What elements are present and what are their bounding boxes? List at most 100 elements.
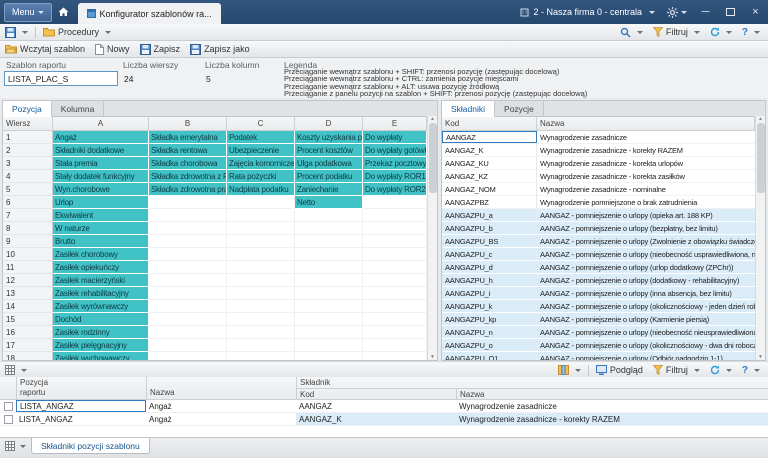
template-cell[interactable] — [363, 248, 427, 261]
component-row[interactable]: AANGAZ_KWynagrodzenie zasadnicze - korek… — [442, 144, 755, 157]
template-cell[interactable] — [227, 248, 295, 261]
save-template-button[interactable]: Zapisz — [135, 41, 186, 57]
search-button[interactable] — [615, 27, 648, 38]
row-number[interactable]: 14 — [3, 300, 53, 313]
template-cell[interactable]: Ekwiwalent — [53, 209, 149, 222]
template-cell[interactable] — [363, 274, 427, 287]
template-cell[interactable]: W naturze — [53, 222, 149, 235]
template-cell[interactable]: Zasiłek opiekuńczy — [53, 261, 149, 274]
template-cell[interactable]: Urlop — [53, 196, 149, 209]
tab-skladniki[interactable]: Składniki — [442, 101, 495, 117]
template-grid-scrollbar[interactable]: ▲ ▼ — [427, 116, 437, 360]
template-cell[interactable] — [149, 300, 227, 313]
row-number[interactable]: 12 — [3, 274, 53, 287]
scroll-thumb[interactable] — [757, 123, 765, 193]
template-cell[interactable] — [227, 326, 295, 339]
component-row[interactable]: AANGAZPU_bAANGAZ - pomniejszenie o urlop… — [442, 222, 755, 235]
component-kod-header[interactable]: Kod — [297, 389, 457, 399]
component-row[interactable]: AANGAZ_KZWynagrodzenie zasadnicze - kore… — [442, 170, 755, 183]
component-nazwa-header[interactable]: Nazwa — [457, 389, 768, 399]
template-cell[interactable] — [227, 274, 295, 287]
column-letter-header[interactable]: E — [363, 117, 427, 130]
scroll-down-icon[interactable]: ▼ — [758, 354, 763, 360]
save-as-button[interactable]: Zapisz jako — [185, 41, 255, 57]
template-cell[interactable]: Do wypłaty gotówką — [363, 144, 427, 157]
template-cell[interactable] — [295, 339, 363, 352]
template-cell[interactable]: Procent kosztów — [295, 144, 363, 157]
template-cell[interactable]: Składka rentowa — [149, 144, 227, 157]
component-row[interactable]: AANGAZPU_nAANGAZ - pomniejszenie o urlop… — [442, 326, 755, 339]
component-row[interactable]: AANGAZ_KUWynagrodzenie zasadnicze - kore… — [442, 157, 755, 170]
component-row[interactable]: AANGAZWynagrodzenie zasadnicze — [442, 131, 755, 144]
position-row[interactable]: LISTA_ANGAZAngażAANGAZWynagrodzenie zasa… — [0, 400, 768, 413]
template-cell[interactable]: Zajęcia komornicze — [227, 157, 295, 170]
maximize-button[interactable] — [718, 0, 743, 24]
template-cell[interactable]: Zasiłek pielęgnacyjny — [53, 339, 149, 352]
template-cell[interactable] — [149, 339, 227, 352]
help-button[interactable]: ? — [737, 27, 765, 38]
template-cell[interactable] — [295, 209, 363, 222]
filter-button[interactable]: Filtruj — [648, 27, 705, 37]
row-number[interactable]: 16 — [3, 326, 53, 339]
grid-options-button[interactable] — [0, 362, 32, 378]
template-cell[interactable] — [363, 222, 427, 235]
template-cell[interactable]: Brutto — [53, 235, 149, 248]
row-number[interactable]: 9 — [3, 235, 53, 248]
template-cell[interactable] — [149, 196, 227, 209]
template-cell[interactable]: Składniki dodatkowe — [53, 144, 149, 157]
template-cell[interactable]: Stała premia — [53, 157, 149, 170]
minimize-button[interactable]: ─ — [693, 0, 718, 24]
template-cell[interactable] — [227, 222, 295, 235]
filter-button[interactable]: Filtruj — [648, 365, 705, 375]
template-cell[interactable] — [227, 235, 295, 248]
template-cell[interactable]: Koszty uzyskania przyc — [295, 131, 363, 144]
home-button[interactable] — [52, 0, 76, 24]
row-number[interactable]: 1 — [3, 131, 53, 144]
row-number[interactable]: 10 — [3, 248, 53, 261]
template-cell[interactable]: Wyn.chorobowe — [53, 183, 149, 196]
template-cell[interactable]: Rata pożyczki — [227, 170, 295, 183]
template-cell[interactable] — [149, 209, 227, 222]
template-cell[interactable]: Składka zdrowotna z PDOF — [149, 170, 227, 183]
column-letter-header[interactable]: A — [53, 117, 149, 130]
template-cell[interactable] — [149, 274, 227, 287]
settings-button[interactable] — [661, 7, 693, 18]
template-cell[interactable] — [363, 261, 427, 274]
template-cell[interactable] — [227, 196, 295, 209]
template-cell[interactable] — [363, 352, 427, 361]
load-template-button[interactable]: Wczytaj szablon — [0, 41, 90, 57]
template-cell[interactable]: Netto — [295, 196, 363, 209]
panel-options-button[interactable] — [0, 438, 31, 451]
template-cell[interactable] — [295, 222, 363, 235]
template-cell[interactable]: Zaniechanie — [295, 183, 363, 196]
kod-column-header[interactable]: Kod — [442, 117, 537, 130]
menu-button[interactable]: Menu — [4, 3, 52, 22]
template-cell[interactable]: Do wypłaty ROR1 — [363, 170, 427, 183]
template-cell[interactable] — [149, 326, 227, 339]
component-row[interactable]: AANGAZPU_kAANGAZ - pomniejszenie o urlop… — [442, 300, 755, 313]
template-cell[interactable]: Procent podatku — [295, 170, 363, 183]
template-cell[interactable] — [227, 352, 295, 361]
template-cell[interactable]: Zasiłek rehabilitacyjny — [53, 287, 149, 300]
template-cell[interactable]: Zasiłek macierzyński — [53, 274, 149, 287]
save-button[interactable] — [0, 24, 33, 40]
component-row[interactable]: AANGAZPU_O1AANGAZ - pomniejszenie o urlo… — [442, 352, 755, 361]
tab-skladniki-pozycji-szablonu[interactable]: Składniki pozycji szablonu — [31, 438, 150, 454]
row-number[interactable]: 5 — [3, 183, 53, 196]
template-cell[interactable] — [149, 352, 227, 361]
scroll-thumb[interactable] — [429, 123, 437, 193]
row-number[interactable]: 2 — [3, 144, 53, 157]
row-number[interactable]: 6 — [3, 196, 53, 209]
company-selector[interactable]: 2 - Nasza firma 0 - centrala — [514, 7, 661, 17]
template-cell[interactable] — [227, 313, 295, 326]
tab-kolumna[interactable]: Kolumna — [52, 101, 105, 116]
template-cell[interactable]: Zasiłek wyrównawczy — [53, 300, 149, 313]
template-cell[interactable] — [295, 300, 363, 313]
row-number[interactable]: 17 — [3, 339, 53, 352]
column-letter-header[interactable]: C — [227, 117, 295, 130]
components-scrollbar[interactable]: ▲ ▼ — [755, 116, 765, 360]
help-button[interactable]: ? — [737, 365, 765, 376]
component-row[interactable]: AANGAZPU_kpAANGAZ - pomniejszenie o urlo… — [442, 313, 755, 326]
component-row[interactable]: AANGAZ_NOMWynagrodzenie zasadnicze - nom… — [442, 183, 755, 196]
template-cell[interactable] — [295, 261, 363, 274]
